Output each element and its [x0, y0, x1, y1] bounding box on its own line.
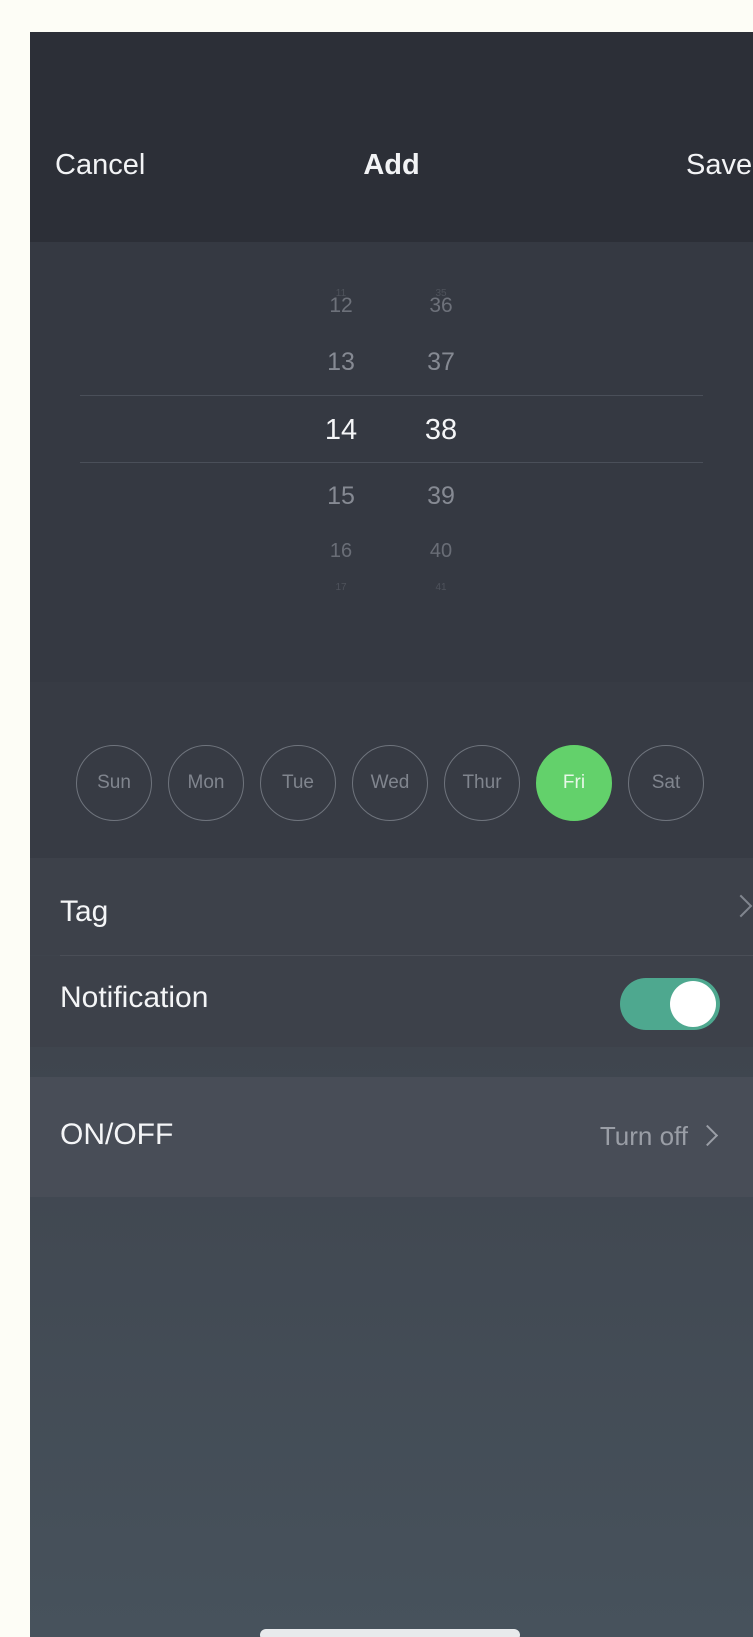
- notification-toggle[interactable]: [620, 978, 720, 1030]
- day-wed[interactable]: Wed: [352, 745, 428, 821]
- home-indicator: [260, 1629, 520, 1637]
- picker-minute-hint: 41: [435, 582, 447, 593]
- hour-wheel[interactable]: 11 12 13 14 15 16 17: [306, 242, 376, 682]
- chevron-right-icon: [696, 1124, 719, 1147]
- day-thur[interactable]: Thur: [444, 745, 520, 821]
- navigation-bar: Cancel Add Save: [30, 32, 753, 242]
- notification-label: Notification: [60, 981, 209, 1014]
- picker-minute[interactable]: 36: [406, 294, 476, 318]
- picker-minute[interactable]: 39: [406, 482, 476, 511]
- save-button[interactable]: Save: [686, 145, 752, 185]
- onoff-value: Turn off: [599, 1121, 688, 1151]
- day-sun[interactable]: Sun: [76, 745, 152, 821]
- picker-minute[interactable]: 37: [406, 348, 476, 377]
- day-sat[interactable]: Sat: [628, 745, 704, 821]
- tag-row[interactable]: Tag: [30, 858, 753, 955]
- picker-hour-selected[interactable]: 14: [306, 414, 376, 447]
- picker-minute[interactable]: 40: [406, 540, 476, 563]
- weekday-selector: Sun Mon Tue Wed Thur Fri Sat: [30, 682, 753, 862]
- chevron-right-icon: [729, 894, 753, 918]
- minute-wheel[interactable]: 35 36 37 38 39 40 41: [406, 242, 476, 682]
- day-fri-selected[interactable]: Fri: [536, 745, 612, 821]
- day-mon[interactable]: Mon: [168, 745, 244, 821]
- picker-hour[interactable]: 12: [306, 294, 376, 318]
- toggle-knob: [670, 981, 716, 1027]
- tag-label: Tag: [60, 895, 109, 928]
- picker-hour[interactable]: 15: [306, 482, 376, 511]
- picker-selection-line-bottom: [80, 462, 703, 463]
- notification-row: Notification: [30, 956, 753, 1047]
- screen: Cancel Add Save 11 12 13 14 15 16 17 35 …: [30, 32, 753, 1637]
- picker-hour[interactable]: 13: [306, 348, 376, 377]
- picker-hour[interactable]: 16: [306, 540, 376, 563]
- time-picker[interactable]: 11 12 13 14 15 16 17 35 36 37 38 39 40 4…: [30, 242, 753, 682]
- picker-hour-hint: 17: [335, 582, 347, 593]
- cancel-button[interactable]: Cancel: [55, 145, 145, 185]
- onoff-row[interactable]: ON/OFF Turn off: [30, 1077, 753, 1197]
- picker-minute-selected[interactable]: 38: [406, 414, 476, 447]
- picker-selection-line-top: [80, 395, 703, 396]
- day-tue[interactable]: Tue: [260, 745, 336, 821]
- onoff-label: ON/OFF: [60, 1118, 174, 1151]
